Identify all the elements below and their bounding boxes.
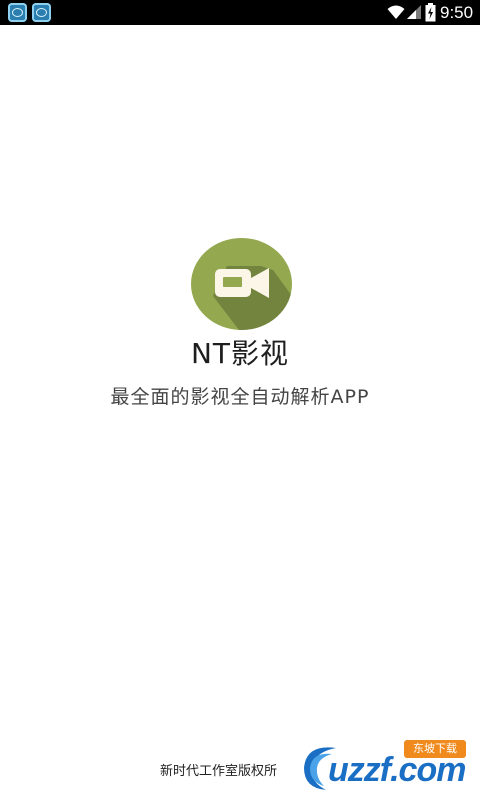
app-logo xyxy=(191,238,292,330)
app-tagline: 最全面的影视全自动解析APP xyxy=(110,386,370,408)
battery-icon xyxy=(425,3,436,22)
watermark-badge: 东坡下载 xyxy=(404,740,466,758)
status-time: 9:50 xyxy=(440,3,474,22)
copyright-text: 新时代工作室版权所 xyxy=(160,764,278,779)
app-notification-icon[interactable] xyxy=(32,3,51,22)
wifi-icon xyxy=(387,5,405,19)
watermark-logo: uzzf.com 东坡下载 xyxy=(296,736,476,796)
app-title: NT影视 xyxy=(190,337,290,370)
status-bar: 9:50 xyxy=(0,0,480,25)
app-notification-icon[interactable] xyxy=(8,3,27,22)
signal-icon xyxy=(407,5,421,19)
splash-screen: 9:50 NT影视 最全面的影视全自动解析APP 新时代工作室版权所 uzzf.… xyxy=(0,0,480,800)
